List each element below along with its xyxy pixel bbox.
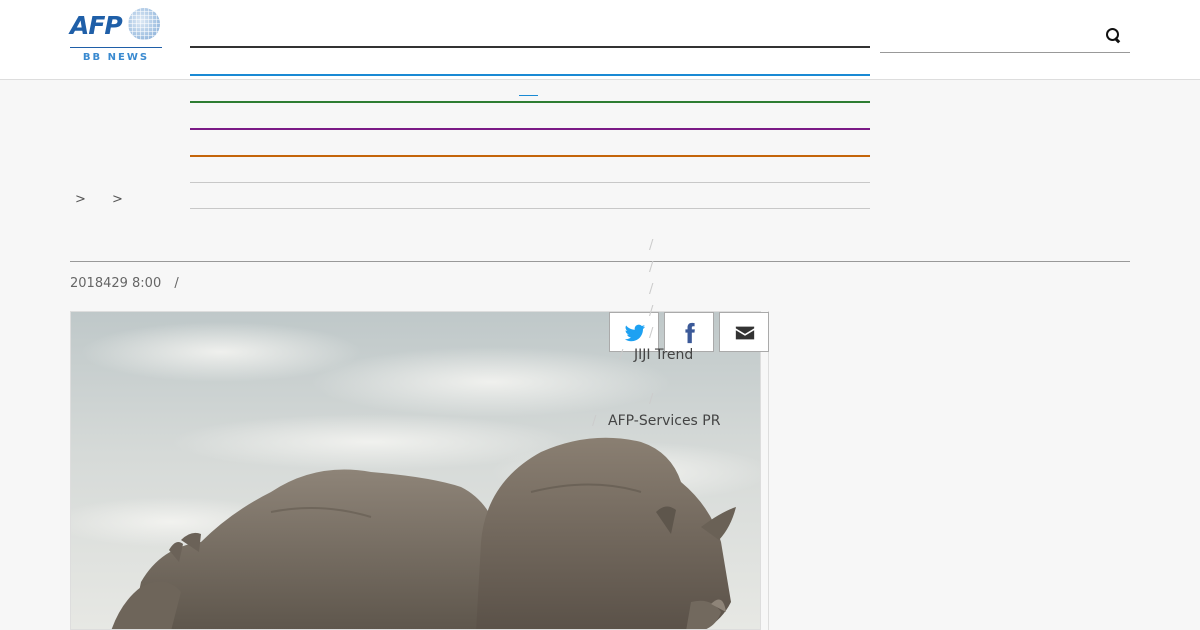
nav-line-1[interactable] <box>190 46 870 48</box>
logo-subtitle: BB NEWS <box>82 52 150 63</box>
menu-separator: / <box>592 414 597 429</box>
article-meta: 2018429 8:00 / <box>70 276 179 291</box>
nav-line-5[interactable] <box>190 155 870 157</box>
nav-line-2[interactable] <box>190 74 870 76</box>
nav-line-7[interactable] <box>190 208 870 209</box>
menu-separator: / <box>649 260 654 275</box>
facebook-share-button[interactable] <box>664 312 714 352</box>
menu-separator: / <box>649 392 654 407</box>
nav-line-4[interactable] <box>190 128 870 130</box>
site-header: AFP BB NEWS <box>0 0 1200 80</box>
menu-separator: / <box>649 238 654 253</box>
breadcrumb-separator: > <box>112 192 123 207</box>
menu-separator: / <box>619 348 624 363</box>
facebook-icon <box>685 322 695 344</box>
menu-separator: / <box>649 282 654 297</box>
nav-line-6[interactable] <box>190 182 870 183</box>
breadcrumb-separator: > <box>75 192 86 207</box>
menu-separator: / <box>649 326 654 341</box>
nav-active-indicator <box>519 95 538 96</box>
meta-separator: / <box>174 276 179 291</box>
twitter-icon <box>624 324 646 342</box>
afpbb-logo[interactable]: AFP BB NEWS <box>70 8 162 66</box>
nav-line-3[interactable] <box>190 101 870 103</box>
article-title <box>70 218 1130 262</box>
menu-item-afp-services-pr[interactable]: AFP-Services PR <box>608 413 720 429</box>
menu-separator: / <box>649 304 654 319</box>
logo-divider <box>70 47 162 48</box>
globe-icon <box>128 8 160 40</box>
content-divider <box>768 311 769 630</box>
menu-item-jiji-trend[interactable]: JIJI Trend <box>634 347 693 363</box>
breadcrumb: > > <box>70 192 123 207</box>
article-date: 2018429 8:00 <box>70 276 162 291</box>
search-field[interactable] <box>880 22 1130 53</box>
logo-brand: AFP <box>70 11 123 40</box>
search-icon[interactable] <box>1106 28 1122 44</box>
mail-icon <box>735 326 755 340</box>
mail-share-button[interactable] <box>719 312 769 352</box>
